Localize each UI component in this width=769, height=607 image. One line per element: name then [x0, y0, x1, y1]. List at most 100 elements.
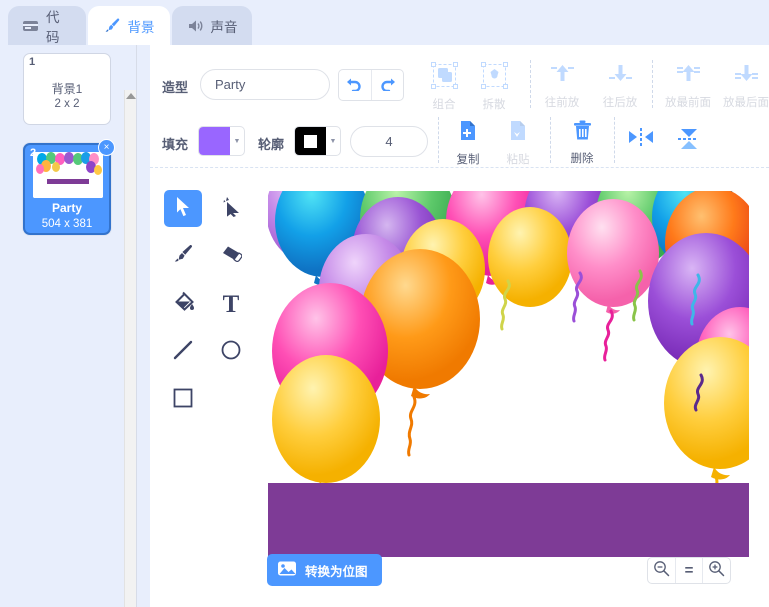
- costume-name-input[interactable]: Party: [200, 69, 330, 100]
- backdrop-item-2[interactable]: 2 × Party 504 x 381: [23, 139, 115, 235]
- toolbar-row-style: 填充 ▼ 轮廓 ▼ 4 复制 粘贴 删除: [150, 113, 769, 168]
- no-outline-indicator: [304, 134, 317, 148]
- paste-label: 粘贴: [506, 154, 530, 166]
- backward-button: 往后放: [594, 62, 646, 110]
- backdrop-item-1[interactable]: 1 背景1 2 x 2: [23, 53, 111, 125]
- fill-color-picker[interactable]: ▼: [198, 126, 245, 156]
- ungroup-icon: [480, 62, 508, 94]
- tab-backdrops[interactable]: 背景: [88, 6, 170, 45]
- brush-tool[interactable]: [164, 238, 202, 275]
- tab-sounds[interactable]: 声音: [172, 6, 252, 45]
- toolbar-divider-4: [550, 117, 551, 163]
- undo-icon: [345, 75, 364, 96]
- close-icon: ×: [103, 141, 110, 153]
- paint-editor: 造型 Party 组合 拆散 往前放 往后放 放最前面 放最后面 填充 ▼ 轮廓…: [150, 45, 769, 607]
- bring-to-front-button: 放最前面: [658, 62, 718, 110]
- tool-palette: T: [164, 190, 256, 440]
- code-icon: [22, 19, 39, 33]
- fill-tool[interactable]: [164, 286, 202, 323]
- scroll-up-arrow-icon[interactable]: [126, 93, 136, 99]
- send-to-back-label: 放最后面: [723, 97, 769, 109]
- backdrop-list-panel: 1 背景1 2 x 2 2 × Party 504 x 381: [0, 45, 137, 607]
- trash-icon: [572, 119, 593, 148]
- image-icon: [277, 560, 297, 580]
- eraser-icon: [220, 244, 243, 269]
- speaker-icon: [187, 19, 204, 33]
- line-icon: [172, 339, 194, 366]
- redo-button[interactable]: [372, 70, 404, 100]
- backdrop-item-2-size: 504 x 381: [41, 218, 93, 230]
- outline-label: 轮廓: [258, 137, 285, 152]
- zoom-in-icon: [708, 560, 725, 582]
- bring-to-front-label: 放最前面: [665, 97, 711, 109]
- reshape-tool[interactable]: [212, 190, 250, 227]
- zoom-out-icon: [653, 560, 670, 582]
- outline-color-picker[interactable]: ▼: [294, 126, 341, 156]
- text-tool[interactable]: T: [212, 286, 250, 323]
- backdrop-item-2-thumbnail: [33, 152, 103, 198]
- backdrop-item-1-size: 2 x 2: [54, 98, 80, 110]
- flip-vertical-button[interactable]: [672, 127, 706, 156]
- backdrop-item-1-number: 1: [29, 56, 36, 68]
- delete-button[interactable]: 删除: [560, 119, 604, 166]
- square-icon: [172, 387, 194, 414]
- backward-label: 往后放: [602, 97, 638, 109]
- tab-backdrops-label: 背景: [127, 19, 155, 35]
- backdrop-item-2-number: 2: [30, 147, 37, 159]
- eraser-tool[interactable]: [212, 238, 250, 275]
- toolbar-divider-1: [530, 60, 531, 108]
- ungroup-button: 拆散: [472, 62, 516, 112]
- arrow-down-double-icon: [733, 62, 760, 92]
- line-tool[interactable]: [164, 334, 202, 371]
- backdrop-item-1-name: 背景1: [51, 82, 83, 96]
- chevron-down-icon: ▼: [329, 137, 337, 145]
- paint-editor-window: 代码 背景 声音 1 背景1 2 x 2 2 × Party 504 x 381…: [0, 0, 769, 607]
- reshape-node-icon: [221, 195, 242, 222]
- ellipse-tool[interactable]: [212, 334, 250, 371]
- costume-label: 造型: [162, 80, 189, 95]
- select-tool[interactable]: [164, 190, 202, 227]
- forward-label: 往前放: [544, 97, 580, 109]
- zoom-controls: =: [647, 557, 731, 584]
- backdrop-item-2-name: Party: [51, 201, 83, 215]
- stroke-width-input[interactable]: 4: [350, 126, 428, 157]
- convert-to-bitmap-label: 转换为位图: [305, 564, 368, 579]
- costume-name-value: Party: [215, 77, 246, 92]
- copy-label: 复制: [456, 154, 480, 166]
- forward-button: 往前放: [536, 62, 588, 110]
- chevron-down-icon: ▼: [233, 137, 241, 145]
- paintbrush-icon: [104, 17, 121, 34]
- zoom-out-button[interactable]: [648, 558, 675, 583]
- circle-icon: [220, 339, 242, 366]
- toolbar-divider-2: [652, 60, 653, 108]
- fill-label: 填充: [162, 137, 189, 152]
- redo-icon: [378, 75, 397, 96]
- backdrop-list-scrollbar[interactable]: [124, 90, 136, 607]
- zoom-in-button[interactable]: [702, 558, 730, 583]
- text-t-icon: T: [222, 291, 240, 318]
- fill-color-swatch: [199, 127, 230, 155]
- undo-button[interactable]: [339, 70, 372, 100]
- send-to-back-button: 放最后面: [716, 62, 769, 110]
- paint-bucket-icon: [172, 291, 195, 318]
- delete-backdrop-icon[interactable]: ×: [98, 139, 115, 156]
- copy-button[interactable]: 复制: [446, 119, 490, 167]
- zoom-reset-label: =: [684, 562, 694, 579]
- cursor-arrow-icon: [174, 196, 193, 222]
- drawing-canvas[interactable]: [268, 191, 749, 574]
- flip-horizontal-icon: [627, 127, 655, 152]
- undo-redo-group: [338, 69, 404, 101]
- group-button: 组合: [422, 62, 466, 112]
- tab-code[interactable]: 代码: [8, 6, 86, 45]
- paste-button: 粘贴: [496, 119, 540, 167]
- arrow-down-icon: [607, 62, 634, 92]
- party-backdrop-artwork: [268, 191, 749, 574]
- tab-code-label: 代码: [46, 9, 60, 45]
- group-label: 组合: [432, 99, 456, 111]
- flip-horizontal-button[interactable]: [624, 127, 658, 152]
- tab-bar: 代码 背景 声音: [0, 0, 769, 45]
- zoom-reset-button[interactable]: =: [674, 558, 703, 583]
- delete-label: 删除: [570, 153, 594, 165]
- convert-to-bitmap-button[interactable]: 转换为位图: [267, 554, 382, 586]
- rectangle-tool[interactable]: [164, 382, 202, 419]
